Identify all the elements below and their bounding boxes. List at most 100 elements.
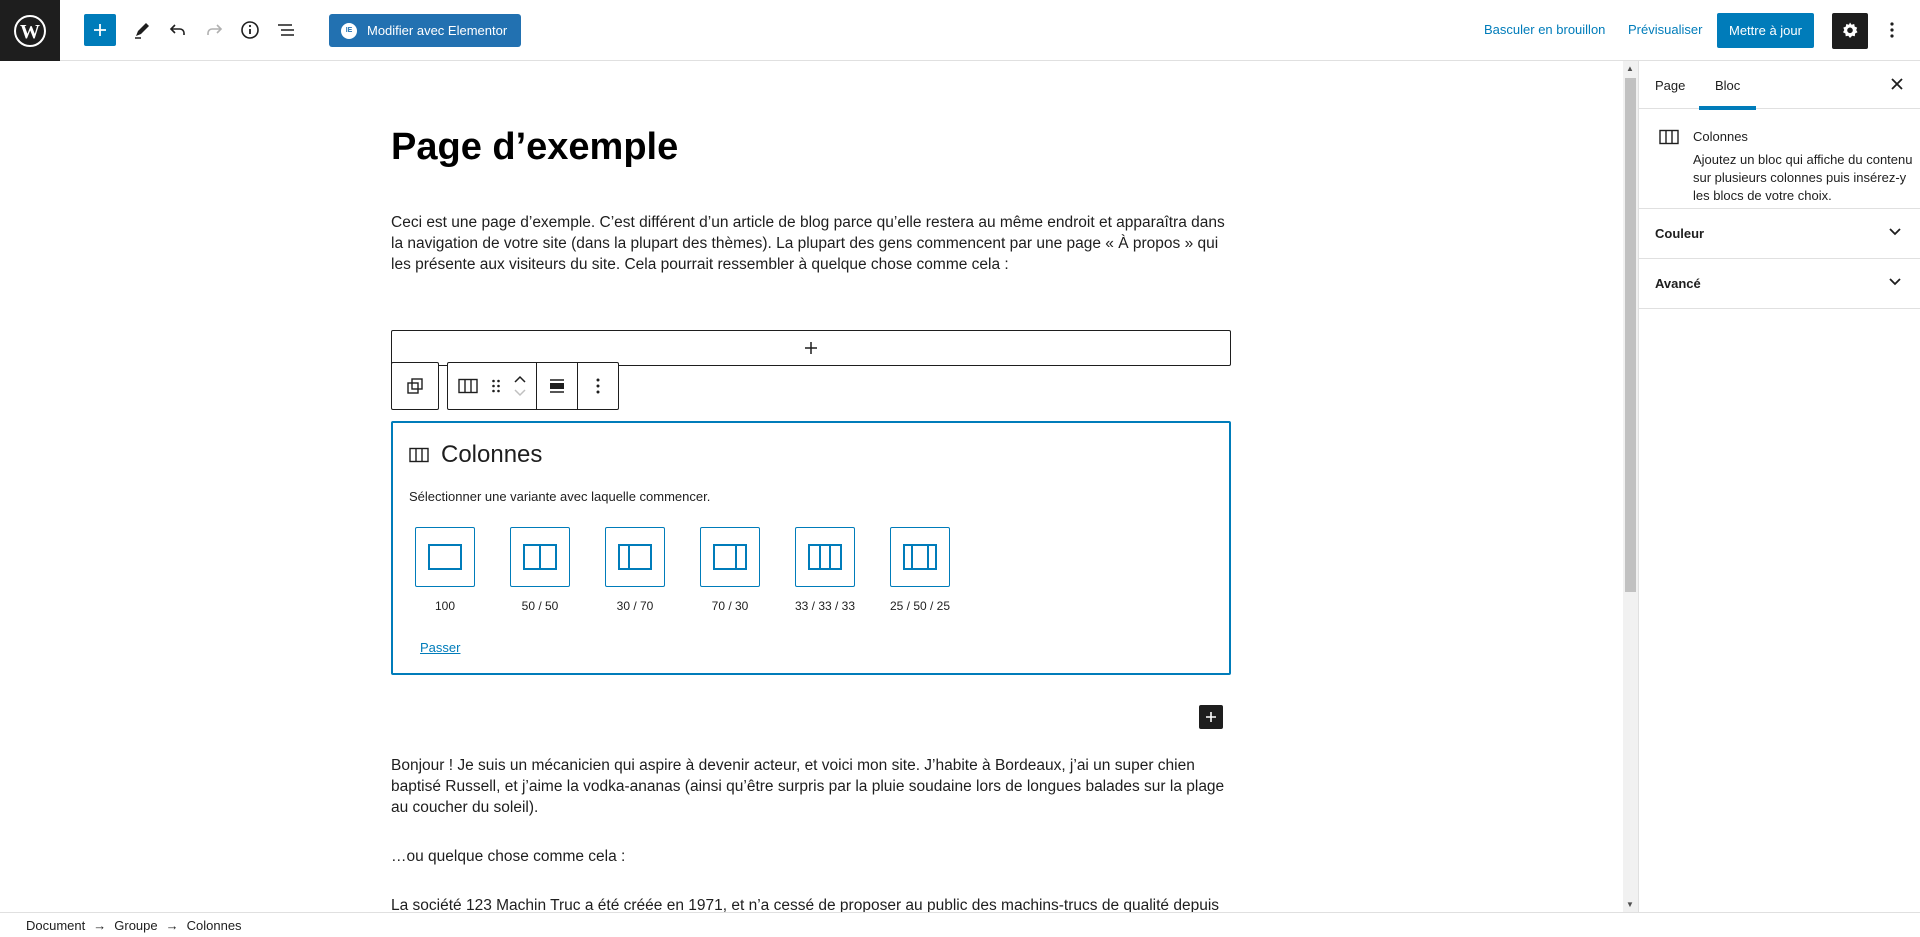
elementor-icon: IE [341,22,357,39]
columns-icon [458,378,478,394]
scroll-up-icon[interactable]: ▲ [1626,64,1634,73]
more-vertical-icon [1890,22,1894,38]
scroll-down-icon[interactable]: ▼ [1626,900,1634,909]
undo-icon [169,24,185,35]
block-card-icon [1659,129,1679,150]
inline-block-appender-button[interactable] [1199,705,1223,729]
variation-70-30[interactable]: 70 / 30 [700,527,760,613]
wordpress-icon: W [14,14,46,47]
close-icon [1891,78,1903,90]
settings-sidebar: Page Bloc Colonnes Ajoutez un bloc qui a… [1638,61,1920,912]
details-button[interactable] [234,14,266,46]
skip-link[interactable]: Passer [420,640,460,655]
variation-50-50[interactable]: 50 / 50 [510,527,570,613]
chevron-down-icon [1889,278,1901,286]
columns-icon [1659,129,1679,145]
columns-placeholder: Colonnes Sélectionner une variante avec … [391,421,1231,675]
layout-25-50-25-icon [903,544,937,570]
chevron-down-icon [1889,228,1901,236]
alignment-group [537,363,578,409]
group-block-icon [407,378,423,394]
variation-label: 100 [434,599,456,613]
editor-header: W IE Modifier avec Elementor Basculer en… [0,0,1920,61]
block-switcher-group [448,363,537,409]
variation-label: 50 / 50 [521,599,559,613]
layout-30-70-icon [618,544,652,570]
paragraph-block[interactable]: Ceci est une page d’exemple. C’est diffé… [391,212,1231,275]
gear-icon [1843,22,1858,38]
panel-title: Couleur [1655,226,1705,241]
breadcrumb-item-document[interactable]: Document [26,918,85,933]
editor-canvas: Page d’exemple Ceci est une page d’exemp… [0,61,1623,912]
layout-33-33-33-icon [808,544,842,570]
plus-icon [94,24,106,36]
edit-with-elementor-button[interactable]: IE Modifier avec Elementor [329,14,522,47]
variation-33-33-33[interactable]: 33 / 33 / 33 [795,527,855,613]
placeholder-header: Colonnes [409,441,542,469]
paragraph-block[interactable]: La société 123 Machin Truc a été créée e… [391,895,1231,912]
block-breadcrumb: Document → Groupe → Colonnes [0,912,1920,937]
variation-box [510,527,570,587]
redo-button[interactable] [198,14,230,46]
block-movers [508,363,532,409]
block-options-button[interactable] [582,363,614,409]
list-view-icon [278,24,294,36]
post-title[interactable]: Page d’exemple [391,126,678,169]
settings-button[interactable] [1832,13,1868,49]
breadcrumb-arrow-icon: → [165,917,179,933]
block-toolbar [447,362,619,410]
paragraph-block[interactable]: Bonjour ! Je suis un mécanicien qui aspi… [391,755,1231,818]
switch-to-draft-button[interactable]: Basculer en brouillon [1484,22,1605,37]
scroll-thumb[interactable] [1625,78,1636,592]
tools-button[interactable] [126,14,158,46]
block-appender-button[interactable] [391,330,1231,366]
breadcrumb-item-colonnes: Colonnes [186,917,242,933]
plus-icon [805,342,817,354]
columns-icon [409,447,429,463]
chevron-down-icon[interactable] [514,389,526,397]
panel-avance[interactable]: Avancé [1639,259,1920,309]
variation-100[interactable]: 100 [415,527,475,613]
tab-bloc[interactable]: Bloc [1699,61,1757,110]
block-type-switcher[interactable] [452,363,484,409]
drag-handle[interactable] [484,363,508,409]
layout-70-30-icon [713,544,747,570]
block-card: Colonnes Ajoutez un bloc qui affiche du … [1639,109,1920,209]
variation-box [700,527,760,587]
align-button[interactable] [541,363,573,409]
panel-couleur[interactable]: Couleur [1639,209,1920,259]
panel-title: Avancé [1655,276,1701,291]
block-card-description: Ajoutez un bloc qui affiche du contenu s… [1693,152,1913,203]
more-vertical-icon [596,378,600,394]
redo-icon [207,24,223,35]
sidebar-tabs: Page Bloc [1639,61,1920,110]
variation-label: 30 / 70 [616,599,654,613]
block-card-title: Colonnes [1693,129,1748,144]
paragraph-block[interactable]: …ou quelque chose comme cela : [391,846,1231,867]
breadcrumb-item-groupe[interactable]: Groupe [114,918,157,933]
chevron-up-icon[interactable] [514,375,526,383]
variation-label: 25 / 50 / 25 [889,599,951,613]
variation-25-50-25[interactable]: 25 / 50 / 25 [890,527,950,613]
variation-30-70[interactable]: 30 / 70 [605,527,665,613]
select-parent-block-button[interactable] [391,362,439,410]
list-view-button[interactable] [270,14,302,46]
variation-label: 33 / 33 / 33 [794,599,856,613]
info-icon [241,21,259,39]
undo-button[interactable] [162,14,194,46]
close-sidebar-button[interactable] [1890,75,1904,96]
block-options-group [578,363,618,409]
canvas-scrollbar[interactable]: ▲ ▼ [1623,61,1638,912]
plus-icon [1206,712,1216,722]
align-wide-icon [550,379,564,393]
tab-page[interactable]: Page [1639,61,1701,109]
preview-button[interactable]: Prévisualiser [1628,22,1702,37]
svg-text:W: W [20,21,40,43]
drag-handle-icon [492,379,500,393]
variation-picker: 100 50 / 50 30 / 70 70 / 30 33 / 33 / 33… [415,527,950,613]
wordpress-logo-button[interactable]: W [0,0,60,61]
options-menu-button[interactable] [1876,14,1908,46]
update-button[interactable]: Mettre à jour [1717,13,1814,48]
layout-50-50-icon [523,544,557,570]
block-inserter-button[interactable] [84,14,116,46]
